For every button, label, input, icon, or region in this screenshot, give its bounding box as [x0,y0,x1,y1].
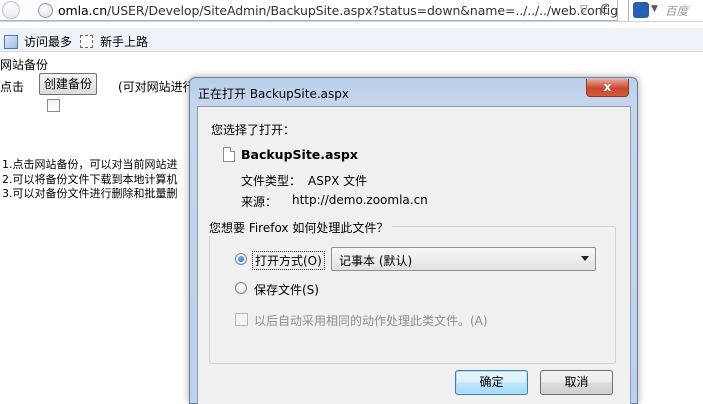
open-with-label[interactable]: 打开方式(O) [252,251,325,270]
select-checkbox[interactable] [47,99,60,112]
bookmark-most-visited[interactable]: 访问最多 [4,33,72,50]
dialog-body: 您选择了打开： BackupSite.aspx 文件类型： ASPX 文件 来源… [197,106,631,404]
back-button[interactable] [2,1,20,19]
site-identity-icon[interactable] [38,3,53,18]
chevron-down-icon [581,256,589,261]
file-type-value: ASPX 文件 [308,174,368,188]
search-engine-dropdown-icon[interactable]: ▼ [651,4,658,14]
list-item: 2.可以将备份文件下载到本地计算机 [2,172,178,186]
url-field[interactable]: omla.cn/USER/Develop/SiteAdmin/BackupSit… [0,0,618,21]
reload-icon[interactable]: C [600,2,610,18]
source-label: 来源： [241,195,278,209]
file-name: BackupSite.aspx [241,147,358,162]
list-item: 3.可以对备份文件进行删除和批量删 [2,187,178,200]
open-with-app-select[interactable]: 记事本 (默认) [331,247,596,271]
url-text[interactable]: omla.cn/USER/Develop/SiteAdmin/BackupSit… [58,3,618,18]
open-with-app-value: 记事本 (默认) [339,254,413,268]
auto-action-checkbox[interactable] [235,313,248,326]
hint-text: (可对网站进行 [118,80,195,94]
auto-action-label: 以后自动采用相同的动作处理此类文件。(A) [254,314,488,328]
ok-button[interactable]: 确定 [455,370,528,395]
selected-label: 您选择了打开： [211,123,296,137]
open-with-radio[interactable] [235,253,247,265]
baidu-paw-icon[interactable]: 🐾 [633,2,649,18]
click-label: 点击 [0,80,25,94]
save-file-label[interactable]: 保存文件(S) [254,281,319,298]
save-file-radio[interactable] [235,282,247,294]
create-backup-button[interactable]: 创建备份 [39,73,98,95]
page-title: 网站备份 [0,58,49,72]
url-path: /USER/Develop/SiteAdmin/BackupSite.aspx?… [107,3,618,18]
bookmarks-toolbar: 访问最多 新手上路 [0,28,703,52]
bookmark-getting-started[interactable]: 新手上路 [80,33,148,50]
url-host: omla.cn [58,3,108,18]
file-type-label: 文件类型： [241,174,302,188]
instructions-list: 1.点击网站备份，可以对当前网站进 2.可以将备份文件下载到本地计算机 3.可以… [2,158,178,202]
getting-started-icon [80,35,93,48]
dialog-title: 正在打开 BackupSite.aspx [198,87,349,101]
list-item: 1.点击网站备份，可以对当前网站进 [2,158,178,171]
bookmark-label: 访问最多 [24,35,73,49]
most-visited-icon [4,34,18,49]
file-icon [223,147,235,162]
open-file-dialog: 正在打开 BackupSite.aspx x 您选择了打开： BackupSit… [189,77,638,404]
url-history-dropdown-icon[interactable]: ▽ [580,4,588,15]
source-value: http://demo.zoomla.cn [292,193,428,207]
address-bar: omla.cn/USER/Develop/SiteAdmin/BackupSit… [0,0,703,22]
search-placeholder: 百度 [665,4,688,18]
bookmark-label: 新手上路 [100,35,149,49]
action-group-label: 您想要 Firefox 如何处理此文件？ [205,219,393,236]
cancel-button[interactable]: 取消 [540,370,613,395]
search-box[interactable]: 🐾 ▼ 百度 [628,0,703,21]
close-button[interactable]: x [586,79,629,97]
